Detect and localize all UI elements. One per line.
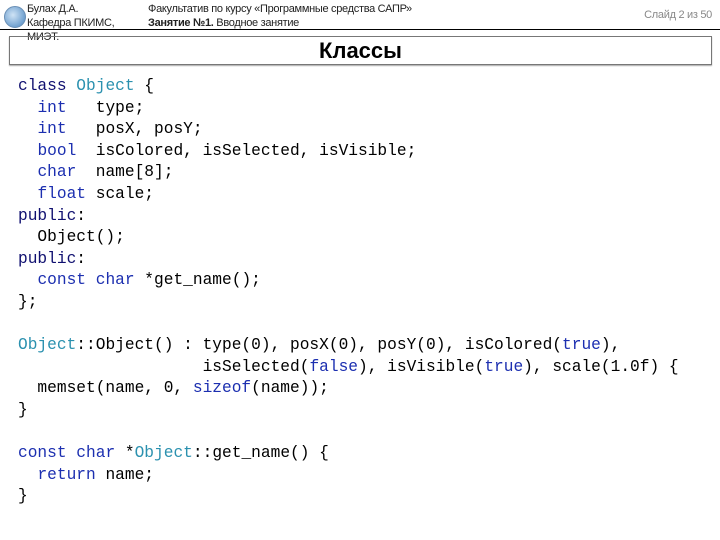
- code-line: public:: [18, 249, 679, 271]
- code-line: char name[8];: [18, 162, 679, 184]
- code-text: (name));: [251, 379, 329, 398]
- code-keyword: return: [37, 465, 96, 484]
- code-line: public:: [18, 206, 679, 228]
- code-text: :: [76, 249, 87, 268]
- header-divider: [0, 29, 720, 30]
- code-line: };: [18, 292, 679, 314]
- code-text: *get_name();: [134, 271, 261, 290]
- course-info: Факультатив по курсу «Программные средст…: [148, 2, 412, 30]
- code-keyword: true: [484, 357, 524, 376]
- code-line: isSelected(false), isVisible(true), scal…: [18, 357, 679, 379]
- code-line: int type;: [18, 98, 679, 120]
- code-keyword: public: [18, 206, 77, 225]
- code-text: };: [18, 292, 38, 311]
- code-text: name[8];: [76, 163, 174, 182]
- code-keyword: int: [37, 98, 67, 117]
- code-keyword: const: [37, 271, 87, 290]
- code-keyword: bool: [37, 141, 77, 160]
- code-line: class Object {: [18, 76, 679, 98]
- code-type-name: Object: [76, 77, 135, 95]
- code-text: scale;: [86, 184, 155, 203]
- code-text: ::get_name() {: [192, 444, 329, 463]
- code-type-name: Object: [134, 444, 193, 463]
- code-line: memset(name, 0, sizeof(name));: [18, 378, 679, 400]
- code-keyword: float: [37, 184, 87, 203]
- code-text: }: [18, 400, 28, 419]
- author-department: Кафедра ПКИМС,: [27, 17, 115, 29]
- code-text: ::Object() : type(0), posX(0), posY(0), …: [76, 336, 563, 355]
- lesson-name: Занятие №1. Вводное занятие: [148, 16, 412, 30]
- code-line: }: [18, 400, 679, 422]
- lesson-title: Вводное занятие: [213, 17, 299, 29]
- code-line: bool isColored, isSelected, isVisible;: [18, 141, 679, 163]
- code-text: isSelected(: [18, 357, 310, 376]
- code-line: Object();: [18, 227, 679, 249]
- code-text: {: [134, 77, 155, 95]
- code-text: type;: [66, 98, 145, 117]
- code-keyword: char: [37, 163, 77, 182]
- code-keyword: const: [18, 444, 67, 463]
- code-text: isColored, isSelected, isVisible;: [76, 141, 417, 160]
- code-keyword: false: [309, 357, 359, 376]
- slide-counter: Слайд 2 из 50: [644, 9, 712, 21]
- slide-title: Классы: [319, 37, 402, 63]
- code-line: return name;: [18, 465, 679, 487]
- code-line: const char *get_name();: [18, 270, 679, 292]
- code-keyword: sizeof: [192, 379, 252, 398]
- code-text: :: [76, 206, 87, 225]
- code-text: *: [115, 444, 135, 463]
- code-line: Object::Object() : type(0), posX(0), pos…: [18, 335, 679, 357]
- code-text: ),: [600, 336, 621, 355]
- code-line: }: [18, 486, 679, 508]
- course-name: Факультатив по курсу «Программные средст…: [148, 3, 412, 15]
- code-block: class Object { int type; int posX, posY;…: [18, 76, 679, 508]
- code-keyword: char: [95, 271, 135, 290]
- code-text: posX, posY;: [66, 120, 203, 139]
- code-type-name: Object: [18, 336, 77, 355]
- code-line: const char *Object::get_name() {: [18, 443, 679, 465]
- code-keyword: char: [76, 444, 116, 463]
- code-text: name;: [95, 465, 155, 484]
- code-line: int posX, posY;: [18, 119, 679, 141]
- slide-title-box: Классы: [9, 36, 712, 65]
- code-text: Object();: [18, 228, 125, 247]
- code-text: }: [18, 487, 28, 506]
- author-name: Булах Д.А.: [27, 3, 79, 15]
- code-keyword: int: [37, 120, 67, 139]
- code-text: memset(name, 0,: [18, 379, 193, 398]
- code-keyword: class: [18, 77, 67, 95]
- code-text: ), scale(1.0f) {: [523, 357, 679, 376]
- institute-logo: [4, 6, 26, 28]
- code-text: ), isVisible(: [358, 357, 485, 376]
- code-line: float scale;: [18, 184, 679, 206]
- code-keyword: true: [562, 336, 601, 355]
- lesson-number: Занятие №1.: [148, 17, 214, 29]
- code-keyword: public: [18, 249, 77, 268]
